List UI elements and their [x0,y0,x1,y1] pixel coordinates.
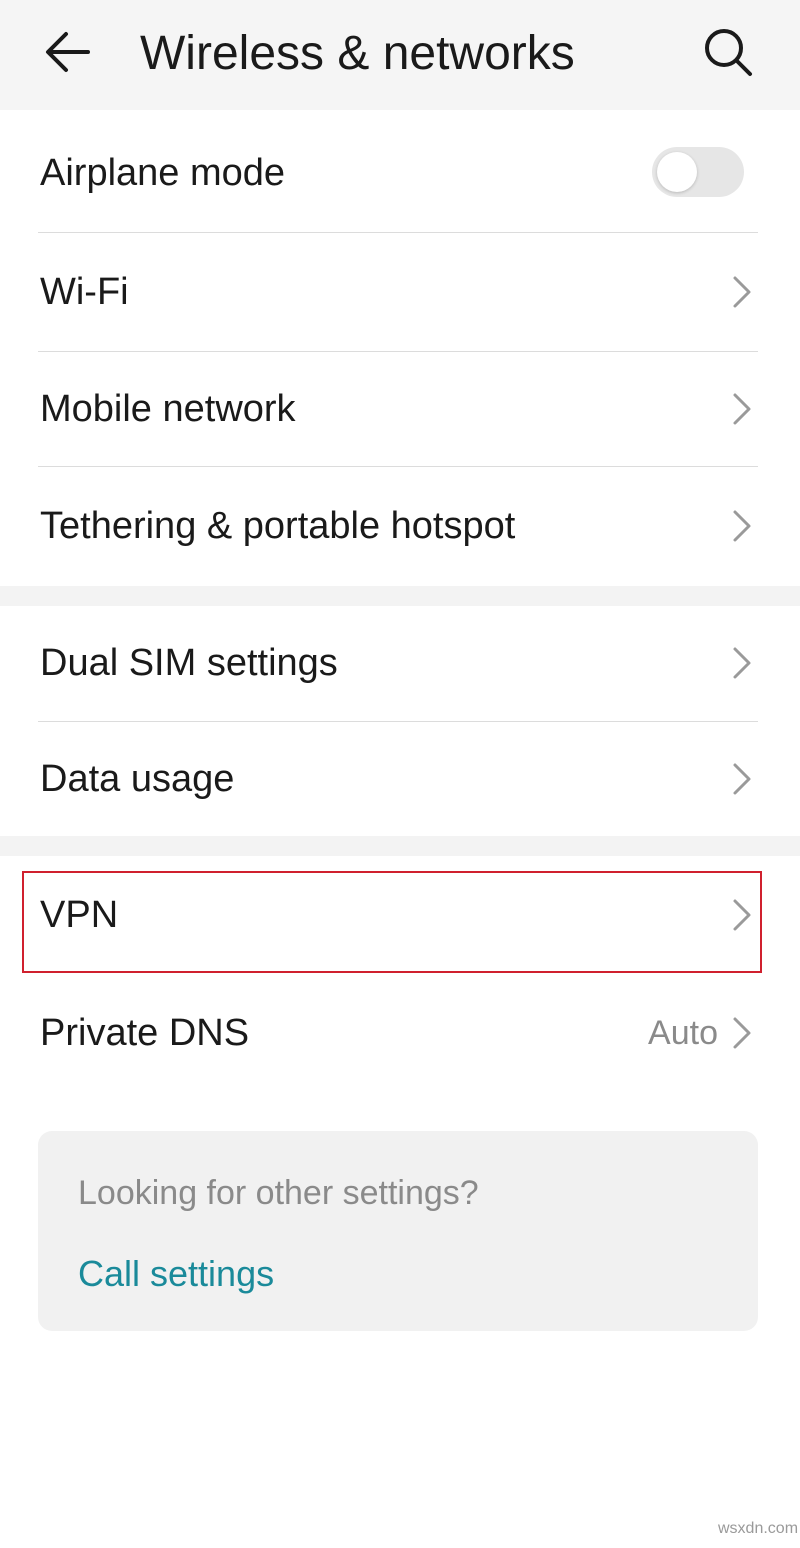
vpn-row[interactable]: VPN [0,856,800,974]
mobile-network-label: Mobile network [40,388,296,430]
private-dns-row[interactable]: Private DNS Auto [0,974,800,1092]
app-bar: Wireless & networks [0,0,800,110]
chevron-right-icon [733,763,751,795]
arrow-left-icon [46,32,90,72]
chevron-right-icon [733,899,751,931]
chevron-right-icon [733,276,751,308]
airplane-mode-label: Airplane mode [40,152,286,194]
toggle-knob [657,152,697,192]
search-button[interactable] [700,24,756,80]
call-settings-link[interactable]: Call settings [78,1251,274,1297]
page-title: Wireless & networks [140,27,575,80]
vpn-label: VPN [40,894,119,936]
airplane-mode-toggle[interactable] [652,147,744,197]
tethering-row[interactable]: Tethering & portable hotspot [0,467,800,585]
chevron-right-icon [733,510,751,542]
mobile-network-row[interactable]: Mobile network [0,352,800,466]
watermark: wsxdn.com [718,1520,799,1537]
wifi-row[interactable]: Wi-Fi [0,233,800,351]
other-settings-card: Looking for other settings? Call setting… [38,1131,758,1331]
wifi-label: Wi-Fi [40,271,129,313]
data-usage-label: Data usage [40,758,235,800]
section-separator [0,586,800,606]
private-dns-value: Auto [648,1014,718,1052]
search-icon [705,29,752,76]
back-button[interactable] [40,24,96,80]
chevron-right-icon [733,393,751,425]
chevron-right-icon [733,1017,751,1049]
other-settings-hint: Looking for other settings? [78,1174,479,1212]
data-usage-row[interactable]: Data usage [0,722,800,836]
dual-sim-row[interactable]: Dual SIM settings [0,606,800,720]
dual-sim-label: Dual SIM settings [40,642,338,684]
private-dns-label: Private DNS [40,1012,250,1054]
section-separator [0,836,800,856]
chevron-right-icon [733,647,751,679]
tethering-label: Tethering & portable hotspot [40,505,516,547]
